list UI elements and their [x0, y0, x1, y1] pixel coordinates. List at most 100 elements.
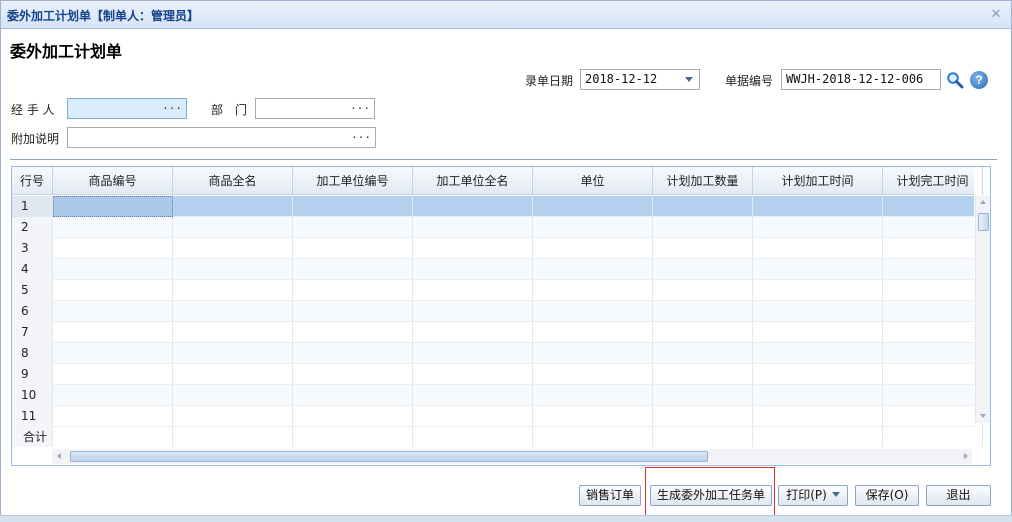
- grid-cell[interactable]: [653, 301, 753, 322]
- grid-cell[interactable]: [413, 406, 533, 427]
- column-header[interactable]: 单位: [533, 167, 653, 195]
- grid-cell[interactable]: [533, 280, 653, 301]
- grid-cell[interactable]: [883, 385, 983, 406]
- grid-cell[interactable]: [293, 196, 413, 217]
- table-row[interactable]: 5: [12, 280, 983, 301]
- grid-cell[interactable]: [293, 280, 413, 301]
- grid-cell[interactable]: [533, 217, 653, 238]
- handler-picker-icon[interactable]: ···: [162, 99, 182, 118]
- grid-cell[interactable]: [533, 385, 653, 406]
- exit-button[interactable]: 退出: [926, 485, 991, 506]
- grid-cell[interactable]: [883, 364, 983, 385]
- horizontal-scrollbar[interactable]: [52, 449, 972, 464]
- grid-cell[interactable]: [753, 301, 883, 322]
- grid-cell[interactable]: [53, 238, 173, 259]
- grid-cell[interactable]: [413, 280, 533, 301]
- column-header[interactable]: 计划加工时间: [753, 167, 883, 195]
- column-header[interactable]: 商品编号: [53, 167, 173, 195]
- grid-cell[interactable]: [753, 259, 883, 280]
- grid-cell[interactable]: [533, 259, 653, 280]
- grid-cell[interactable]: [173, 301, 293, 322]
- vertical-scroll-thumb[interactable]: [978, 213, 989, 231]
- help-icon[interactable]: ?: [970, 71, 988, 89]
- table-row[interactable]: 7: [12, 322, 983, 343]
- grid-cell[interactable]: [173, 343, 293, 364]
- grid-cell[interactable]: [413, 322, 533, 343]
- dept-picker-icon[interactable]: ···: [350, 99, 370, 118]
- grid-cell[interactable]: [883, 196, 983, 217]
- grid-cell[interactable]: [293, 322, 413, 343]
- grid-cell[interactable]: [293, 385, 413, 406]
- grid-cell[interactable]: [653, 343, 753, 364]
- grid-cell[interactable]: [533, 238, 653, 259]
- grid-cell[interactable]: [653, 364, 753, 385]
- grid-cell[interactable]: [173, 217, 293, 238]
- grid-cell[interactable]: [883, 322, 983, 343]
- grid-cell[interactable]: [533, 406, 653, 427]
- table-row[interactable]: 4: [12, 259, 983, 280]
- grid-cell[interactable]: [653, 217, 753, 238]
- grid-cell[interactable]: [653, 322, 753, 343]
- grid-cell[interactable]: [653, 406, 753, 427]
- grid-cell[interactable]: [413, 238, 533, 259]
- title-bar[interactable]: 委外加工计划单【制单人：管理员】 ✕: [1, 1, 1011, 29]
- grid-cell[interactable]: [653, 259, 753, 280]
- table-row[interactable]: 11: [12, 406, 983, 427]
- sales-order-button[interactable]: 销售订单: [579, 485, 641, 506]
- print-button[interactable]: 打印(P): [778, 485, 848, 506]
- grid-cell[interactable]: [533, 364, 653, 385]
- grid-cell[interactable]: [653, 280, 753, 301]
- vertical-scrollbar[interactable]: [975, 196, 990, 423]
- grid-cell[interactable]: [533, 301, 653, 322]
- grid-cell[interactable]: [753, 238, 883, 259]
- grid-cell[interactable]: [173, 322, 293, 343]
- table-row[interactable]: 8: [12, 343, 983, 364]
- scroll-up-icon[interactable]: [980, 200, 986, 204]
- grid-cell[interactable]: [53, 322, 173, 343]
- grid-cell[interactable]: [883, 406, 983, 427]
- grid-cell[interactable]: [883, 301, 983, 322]
- grid-cell[interactable]: [653, 385, 753, 406]
- grid-cell[interactable]: [533, 322, 653, 343]
- grid-cell[interactable]: [533, 343, 653, 364]
- dept-field[interactable]: ···: [255, 98, 375, 119]
- grid-cell[interactable]: [293, 217, 413, 238]
- grid-cell[interactable]: [753, 385, 883, 406]
- grid-cell[interactable]: [293, 301, 413, 322]
- handler-field[interactable]: ···: [67, 98, 187, 119]
- grid-cell[interactable]: [173, 238, 293, 259]
- grid-cell[interactable]: [53, 406, 173, 427]
- column-header[interactable]: 计划完工时间: [883, 167, 983, 195]
- table-row[interactable]: 10: [12, 385, 983, 406]
- horizontal-scroll-thumb[interactable]: [70, 451, 708, 462]
- grid-cell[interactable]: [53, 385, 173, 406]
- table-row[interactable]: 1: [12, 196, 983, 217]
- column-header[interactable]: 加工单位编号: [293, 167, 413, 195]
- grid-cell[interactable]: [883, 238, 983, 259]
- generate-task-button[interactable]: 生成委外加工任务单: [650, 485, 772, 506]
- grid-cell[interactable]: [653, 238, 753, 259]
- grid-cell[interactable]: [53, 217, 173, 238]
- grid-cell[interactable]: [753, 217, 883, 238]
- grid-cell[interactable]: [293, 343, 413, 364]
- grid-cell[interactable]: [753, 343, 883, 364]
- grid-cell[interactable]: [753, 406, 883, 427]
- grid-cell[interactable]: [173, 385, 293, 406]
- grid-cell[interactable]: [53, 301, 173, 322]
- column-header[interactable]: 行号: [12, 167, 53, 195]
- grid-cell[interactable]: [293, 406, 413, 427]
- grid-cell[interactable]: [883, 280, 983, 301]
- grid-cell[interactable]: [173, 196, 293, 217]
- grid-cell[interactable]: [883, 259, 983, 280]
- remark-field[interactable]: ···: [67, 127, 376, 148]
- entry-date-select[interactable]: 2018-12-12: [580, 69, 700, 90]
- table-row[interactable]: 9: [12, 364, 983, 385]
- doc-no-field[interactable]: WWJH-2018-12-12-006: [781, 69, 941, 90]
- grid-cell[interactable]: [413, 364, 533, 385]
- scroll-right-icon[interactable]: [964, 453, 968, 459]
- column-header[interactable]: 加工单位全名: [413, 167, 533, 195]
- grid-cell[interactable]: [413, 259, 533, 280]
- grid-cell[interactable]: [293, 259, 413, 280]
- column-header[interactable]: 计划加工数量: [653, 167, 753, 195]
- grid-cell[interactable]: [883, 217, 983, 238]
